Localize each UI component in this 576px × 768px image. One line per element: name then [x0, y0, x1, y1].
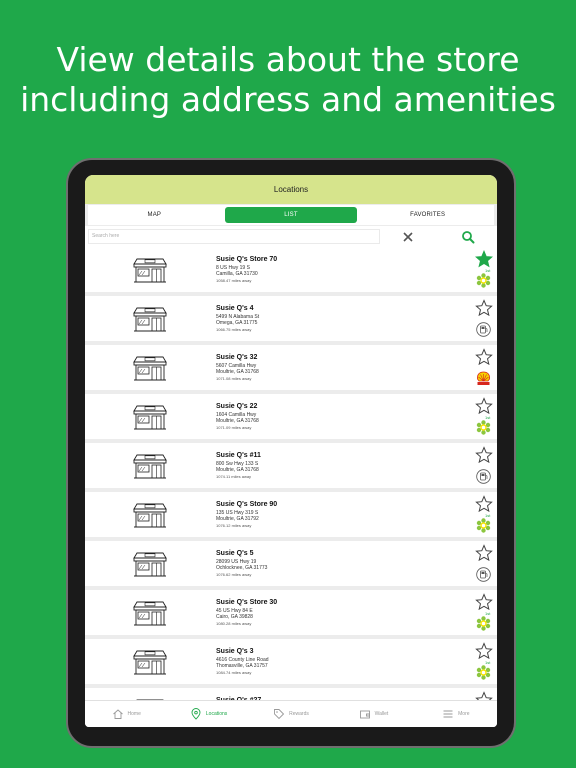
tab-label: Wallet [374, 711, 389, 717]
bp-logo-icon [476, 420, 491, 435]
store-row[interactable]: Susie Q's 3 4616 County Line Road Thomasvi… [85, 639, 497, 684]
store-address-line2: Thomasville, GA 31757 [216, 663, 268, 669]
store-name: Susie Q's 22 [216, 403, 258, 410]
store-name: Susie Q's 32 [216, 354, 258, 361]
bp-logo-icon [476, 616, 491, 631]
star-outline-icon[interactable] [475, 397, 493, 415]
store-row[interactable]: Susie Q's 5 28099 US Hwy 19 Ochlocknee, GA… [85, 541, 497, 586]
star-outline-icon[interactable] [475, 299, 493, 317]
shell-logo-icon [476, 371, 491, 386]
brand-tag: 1st [485, 415, 491, 420]
search-input[interactable]: Search here [88, 229, 380, 244]
headline-line-1: View details about the store [56, 40, 520, 79]
star-outline-icon[interactable] [475, 544, 493, 562]
store-address-line2: Moultrie, GA 31768 [216, 418, 259, 424]
store-distance: 1084.74 miles away [216, 670, 252, 675]
brand-tag: 1st [485, 268, 491, 273]
store-row[interactable]: Susie Q's 4 5499 N Alabama St Omega, GA 31… [85, 296, 497, 341]
store-distance: 1066.75 miles away [216, 327, 252, 332]
store-address-line2: Moultrie, GA 31792 [216, 516, 259, 522]
store-row[interactable]: Susie Q's #11 800 Sw Hwy 133 S Moultrie, G… [85, 443, 497, 488]
storefront-icon [133, 355, 167, 381]
store-address-line2: Omega, GA 31775 [216, 320, 258, 326]
tab-home[interactable]: Home [85, 701, 167, 727]
store-distance: 1076.62 miles away [216, 572, 252, 577]
star-filled-icon[interactable] [475, 249, 493, 268]
store-address-line2: Camilla, GA 31730 [216, 271, 258, 277]
bp-logo-icon [476, 273, 491, 288]
marketing-headline: View details about the store including a… [0, 40, 576, 120]
nav-bar: Locations [85, 175, 497, 204]
star-outline-icon[interactable] [475, 642, 493, 660]
fuel-pump-icon [476, 322, 491, 337]
store-address-line2: Moultrie, GA 31768 [216, 369, 259, 375]
storefront-icon [133, 257, 167, 283]
brand-tag: 1st [485, 611, 491, 616]
store-name: Susie Q's 3 [216, 648, 254, 655]
location-pin-icon [191, 708, 201, 720]
storefront-icon [133, 404, 167, 430]
storefront-icon [133, 551, 167, 577]
store-distance: 1076.12 miles away [216, 523, 252, 528]
tab-label: Rewards [289, 711, 309, 717]
fuel-pump-icon [476, 567, 491, 582]
store-name: Susie Q's 4 [216, 305, 254, 312]
app-screen: Locations MAP LIST FAVORITES Search here… [85, 175, 497, 727]
close-icon[interactable] [401, 230, 415, 244]
store-row[interactable]: Susie Q's Store 30 45 US Hwy 84 E Cairo, G… [85, 590, 497, 635]
storefront-icon [133, 306, 167, 332]
store-distance: 1071.09 miles away [216, 425, 252, 430]
fuel-pump-icon [476, 469, 491, 484]
bp-logo-icon [476, 518, 491, 533]
tag-icon [274, 709, 285, 720]
star-outline-icon[interactable] [475, 495, 493, 513]
tab-label: Home [127, 711, 141, 717]
store-name: Susie Q's Store 90 [216, 501, 278, 508]
tab-label: Locations [205, 711, 228, 717]
tab-rewards[interactable]: Rewards [250, 701, 332, 727]
storefront-icon [133, 453, 167, 479]
store-row[interactable]: Susie Q's Store 90 135 US Hwy 319 S Moultr… [85, 492, 497, 537]
star-outline-icon[interactable] [475, 348, 493, 366]
storefront-icon [133, 600, 167, 626]
tab-locations[interactable]: Locations [167, 701, 249, 727]
page-title: Locations [273, 185, 309, 194]
store-address-line2: Ochlocknee, GA 31773 [216, 565, 268, 571]
store-distance: 1080.28 miles away [216, 621, 252, 626]
store-name: Susie Q's Store 30 [216, 599, 278, 606]
brand-tag: 1st [485, 513, 491, 518]
store-address-line2: Moultrie, GA 31768 [216, 467, 259, 473]
menu-icon [443, 710, 453, 718]
store-distance: 1058.47 miles away [216, 278, 252, 283]
store-distance: 1074.11 miles away [216, 474, 252, 479]
store-name: Susie Q's 5 [216, 550, 254, 557]
tab-more[interactable]: More [415, 701, 497, 727]
segment-list[interactable]: LIST [224, 207, 358, 223]
store-row[interactable]: Susie Q's 22 1604 Camilla Hwy Moultrie, GA… [85, 394, 497, 439]
brand-tag: 1st [485, 660, 491, 665]
store-name: Susie Q's #11 [216, 452, 261, 459]
store-row[interactable]: Susie Q's 32 5607 Camilla Hwy Moultrie, GA… [85, 345, 497, 390]
view-segmented-control: MAP LIST FAVORITES [88, 205, 494, 225]
star-outline-icon[interactable] [475, 446, 493, 464]
segment-favorites[interactable]: FAVORITES [361, 207, 494, 223]
store-row[interactable]: Susie Q's Store 70 8 US Hwy 19 S Camilla, … [85, 247, 497, 292]
tab-bar: Home Locations Rewards Wallet More [85, 700, 497, 727]
wallet-icon [359, 710, 370, 719]
search-bar: Search here [85, 226, 497, 247]
tab-label: More [458, 711, 470, 717]
storefront-icon [133, 502, 167, 528]
search-icon[interactable] [461, 230, 475, 244]
headline-line-2: including address and amenities [20, 80, 556, 119]
store-distance: 1071.08 miles away [216, 376, 252, 381]
segment-map[interactable]: MAP [88, 207, 221, 223]
store-address-line2: Cairo, GA 39828 [216, 614, 253, 620]
store-name: Susie Q's Store 70 [216, 256, 278, 263]
tab-wallet[interactable]: Wallet [332, 701, 414, 727]
storefront-icon [133, 649, 167, 675]
star-outline-icon[interactable] [475, 593, 493, 611]
store-list: Susie Q's Store 70 8 US Hwy 19 S Camilla, … [85, 247, 497, 727]
home-icon [112, 709, 123, 719]
bp-logo-icon [476, 665, 491, 680]
